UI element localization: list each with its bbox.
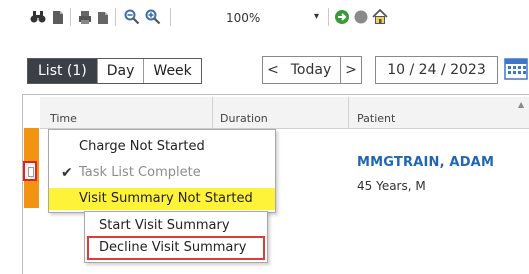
toolbar-separator bbox=[328, 8, 329, 26]
column-divider[interactable] bbox=[212, 97, 213, 128]
column-divider[interactable] bbox=[348, 97, 349, 128]
next-day-button[interactable]: > bbox=[340, 56, 362, 84]
chevron-down-icon: ▾ bbox=[314, 11, 320, 22]
toolbar-separator bbox=[170, 8, 171, 26]
column-header-patient[interactable]: Patient bbox=[357, 112, 395, 125]
annotation-highlight-status bbox=[23, 161, 37, 181]
tab-list[interactable]: List (1) bbox=[28, 59, 98, 83]
document-stack-icon[interactable] bbox=[96, 8, 110, 26]
zoom-out-icon[interactable] bbox=[124, 8, 140, 26]
menu-item-task-list-complete[interactable]: ✔ Task List Complete bbox=[49, 162, 275, 184]
menu-item-visit-summary-not-started[interactable]: Visit Summary Not Started bbox=[49, 188, 275, 210]
home-icon[interactable] bbox=[372, 8, 388, 26]
document-icon[interactable] bbox=[51, 8, 65, 26]
view-tabs: List (1) Day Week bbox=[27, 58, 202, 84]
tab-day[interactable]: Day bbox=[98, 59, 145, 83]
zoom-value: 100% bbox=[226, 11, 261, 25]
go-arrow-icon[interactable] bbox=[334, 8, 350, 26]
print-icon[interactable] bbox=[78, 8, 92, 26]
previous-day-button[interactable]: < bbox=[262, 56, 284, 84]
status-marker-icon[interactable] bbox=[28, 167, 34, 177]
menu-item-start-visit-summary[interactable]: Start Visit Summary bbox=[99, 216, 230, 236]
grid-header: Time Duration Patient ▲ bbox=[40, 97, 529, 129]
tab-week[interactable]: Week bbox=[144, 59, 200, 83]
zoom-in-icon[interactable] bbox=[145, 8, 161, 26]
annotation-highlight-decline bbox=[87, 236, 265, 260]
zoom-select[interactable]: 100% ▾ bbox=[218, 8, 330, 30]
sort-ascending-icon: ▲ bbox=[518, 100, 525, 109]
patient-name-link[interactable]: MMGTRAIN, ADAM bbox=[357, 155, 494, 170]
toolbar-separator bbox=[115, 8, 116, 26]
calendar-icon[interactable] bbox=[503, 57, 529, 81]
column-header-duration[interactable]: Duration bbox=[220, 112, 268, 125]
menu-item-charge-not-started[interactable]: Charge Not Started bbox=[49, 136, 275, 158]
status-context-menu: Charge Not Started ✔ Task List Complete … bbox=[48, 129, 276, 213]
patient-age-sex: 45 Years, M bbox=[357, 179, 426, 193]
toolbar-separator bbox=[70, 8, 71, 26]
checkmark-icon: ✔ bbox=[61, 165, 73, 181]
date-field[interactable]: 10 / 24 / 2023 bbox=[375, 56, 498, 84]
column-header-time[interactable]: Time bbox=[50, 112, 77, 125]
binoculars-icon[interactable] bbox=[30, 8, 46, 26]
stop-icon[interactable] bbox=[354, 8, 368, 26]
today-button[interactable]: Today bbox=[282, 56, 340, 84]
